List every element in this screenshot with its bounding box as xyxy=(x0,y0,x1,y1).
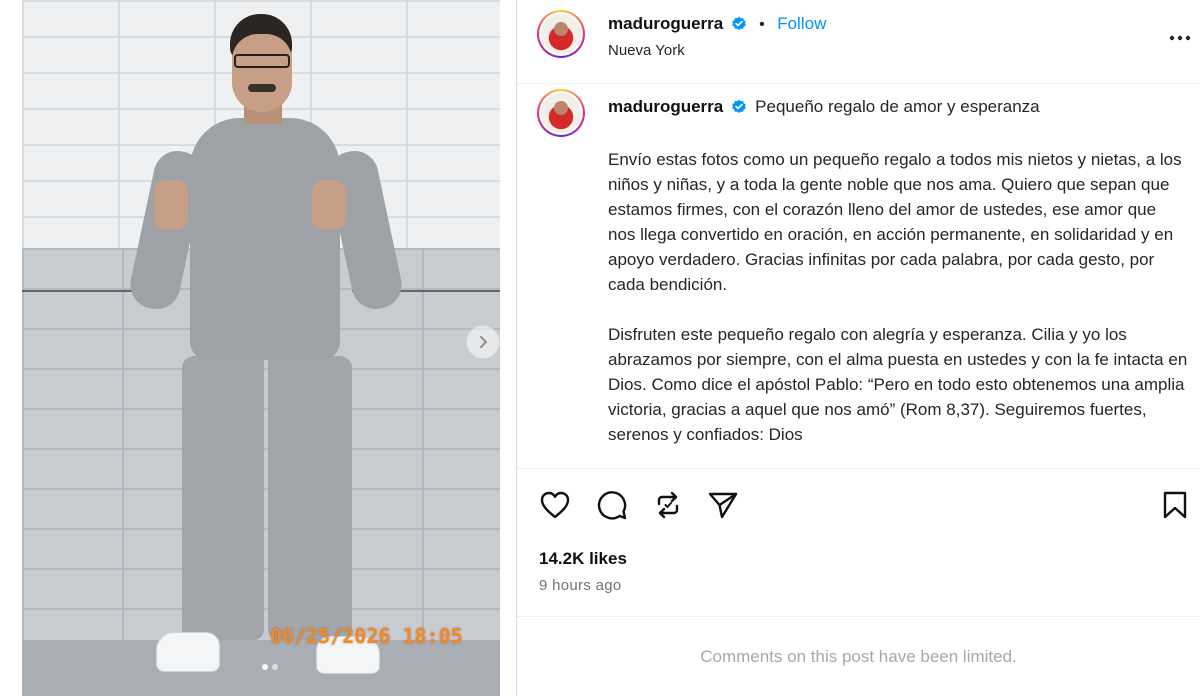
left-pant-leg xyxy=(182,356,264,640)
follow-button[interactable]: Follow xyxy=(777,14,826,33)
post-details-panel: maduroguerra • Follow Nueva York madurog… xyxy=(516,0,1200,696)
carousel-dot xyxy=(272,664,278,670)
repost-button[interactable] xyxy=(650,487,686,523)
left-sneaker xyxy=(156,632,220,672)
carousel-dots xyxy=(262,664,278,670)
caption-username[interactable]: maduroguerra xyxy=(608,97,723,116)
caption-paragraph: Disfruten este pequeño regalo con alegrí… xyxy=(608,325,1188,444)
comment-icon xyxy=(597,491,627,520)
author-avatar[interactable] xyxy=(537,10,585,58)
caption-title-row: maduroguerra Pequeño regalo de amor y es… xyxy=(608,97,1040,117)
post-actions: 14.2K likes 9 hours ago xyxy=(517,468,1200,616)
send-icon xyxy=(708,492,738,519)
left-hand-peace-sign xyxy=(154,180,188,230)
bookmark-icon xyxy=(1163,491,1187,519)
avatar-inner-ring xyxy=(539,12,583,56)
more-options-button[interactable] xyxy=(1168,26,1192,50)
caption-section: maduroguerra Pequeño regalo de amor y es… xyxy=(517,85,1200,468)
heart-icon xyxy=(540,491,570,519)
comment-button[interactable] xyxy=(594,487,630,523)
sweatshirt xyxy=(190,118,340,360)
header-separator: • xyxy=(759,16,765,33)
face-front xyxy=(232,34,292,112)
caption-title: Pequeño regalo de amor y esperanza xyxy=(755,97,1040,116)
chevron-right-icon xyxy=(480,336,487,348)
save-button[interactable] xyxy=(1157,487,1193,523)
header-title-row: maduroguerra • Follow xyxy=(608,14,826,34)
right-hand-peace-sign xyxy=(312,180,346,230)
caption-paragraph: Envío estas fotos como un pequeño regalo… xyxy=(608,150,1182,294)
mustache xyxy=(248,84,276,92)
post-location[interactable]: Nueva York xyxy=(608,42,685,59)
likes-count[interactable]: 14.2K likes xyxy=(539,549,627,569)
post-media: 06/25/2026 18:05 xyxy=(0,0,516,696)
glasses xyxy=(234,54,290,68)
caption-author-avatar[interactable] xyxy=(537,89,585,137)
verified-badge-icon xyxy=(731,99,746,113)
person-figure xyxy=(22,0,500,696)
post-photo[interactable]: 06/25/2026 18:05 xyxy=(22,0,500,696)
post-header: maduroguerra • Follow Nueva York xyxy=(517,0,1200,84)
avatar-image xyxy=(541,93,581,133)
post-time[interactable]: 9 hours ago xyxy=(539,577,622,594)
like-button[interactable] xyxy=(537,487,573,523)
carousel-next-button[interactable] xyxy=(466,325,500,359)
repost-icon xyxy=(657,491,679,519)
comments-limited-notice: Comments on this post have been limited. xyxy=(517,616,1200,696)
carousel-dot-active xyxy=(262,664,268,670)
avatar-image xyxy=(541,14,581,54)
more-options-icon xyxy=(1169,35,1191,41)
share-button[interactable] xyxy=(705,487,741,523)
photo-timestamp: 06/25/2026 18:05 xyxy=(270,624,463,648)
caption-body: Envío estas fotos como un pequeño regalo… xyxy=(608,147,1188,468)
verified-badge-icon xyxy=(731,16,746,30)
avatar-inner-ring xyxy=(539,91,583,135)
right-pant-leg xyxy=(268,356,352,640)
author-username[interactable]: maduroguerra xyxy=(608,14,723,33)
